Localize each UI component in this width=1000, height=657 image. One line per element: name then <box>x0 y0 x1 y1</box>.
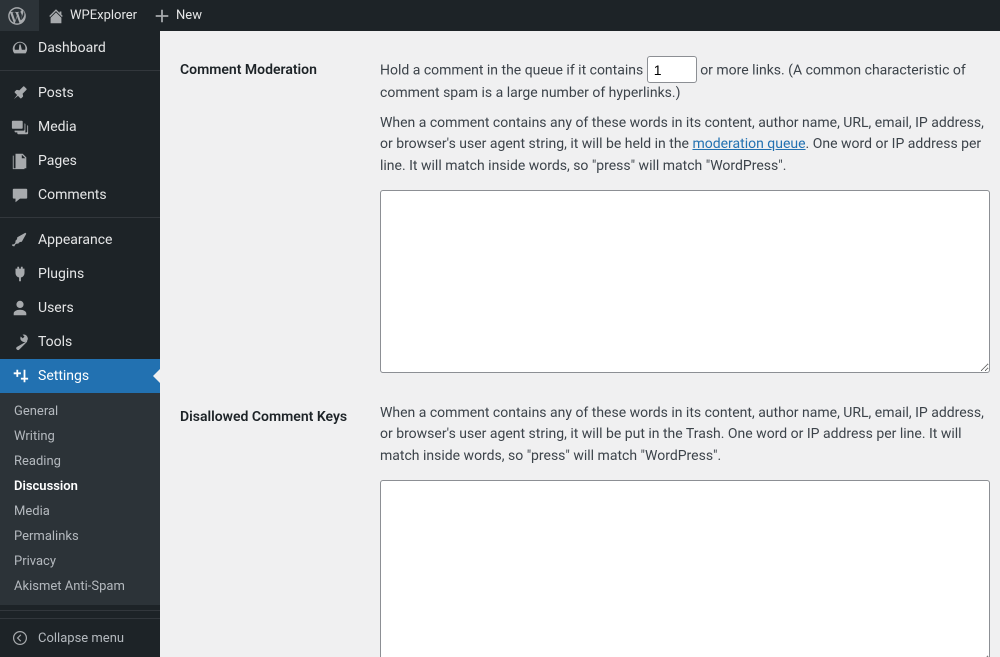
submenu-item-general[interactable]: General <box>0 399 160 424</box>
disallowed-keys-textarea[interactable] <box>380 480 990 657</box>
sidebar-item-label: Tools <box>38 334 72 350</box>
text-fragment: Hold a comment in the queue if it contai… <box>380 63 647 79</box>
user-icon <box>10 298 30 318</box>
admin-sidebar: Dashboard Posts Media Pages Comments App… <box>0 31 160 657</box>
sidebar-item-label: Dashboard <box>38 40 106 56</box>
plug-icon <box>10 264 30 284</box>
brush-icon <box>10 230 30 250</box>
sidebar-item-label: Media <box>38 119 77 135</box>
sidebar-item-dashboard[interactable]: Dashboard <box>0 31 160 65</box>
plus-icon <box>153 7 171 25</box>
sidebar-item-label: Comments <box>38 187 107 203</box>
sidebar-item-posts[interactable]: Posts <box>0 76 160 110</box>
moderation-queue-link[interactable]: moderation queue <box>692 136 805 152</box>
submenu-item-privacy[interactable]: Privacy <box>0 549 160 574</box>
sidebar-item-media[interactable]: Media <box>0 110 160 144</box>
home-icon <box>47 7 65 25</box>
submenu-item-writing[interactable]: Writing <box>0 424 160 449</box>
settings-submenu: General Writing Reading Discussion Media… <box>0 393 160 605</box>
pin-icon <box>10 83 30 103</box>
collapse-menu-button[interactable]: Collapse menu <box>0 618 160 657</box>
submenu-item-reading[interactable]: Reading <box>0 449 160 474</box>
pages-icon <box>10 151 30 171</box>
wordpress-logo-icon <box>8 7 26 25</box>
sidebar-item-label: Appearance <box>38 232 112 248</box>
sidebar-item-plugins[interactable]: Plugins <box>0 257 160 291</box>
comments-icon <box>10 185 30 205</box>
collapse-icon <box>10 628 30 648</box>
sidebar-item-appearance[interactable]: Appearance <box>0 223 160 257</box>
sidebar-item-label: Plugins <box>38 266 84 282</box>
moderation-keys-textarea[interactable] <box>380 190 990 373</box>
sidebar-item-tools[interactable]: Tools <box>0 325 160 359</box>
sidebar-item-label: Settings <box>38 368 89 384</box>
main-content: Comment Moderation Hold a comment in the… <box>160 31 1000 657</box>
submenu-item-discussion[interactable]: Discussion <box>0 474 160 499</box>
site-name-label: WPExplorer <box>70 8 137 23</box>
new-content-menu[interactable]: New <box>145 0 210 31</box>
submenu-item-permalinks[interactable]: Permalinks <box>0 524 160 549</box>
admin-toolbar: WPExplorer New <box>0 0 1000 31</box>
wrench-icon <box>10 332 30 352</box>
setting-row-comment-moderation: Comment Moderation Hold a comment in the… <box>180 56 980 373</box>
setting-heading: Disallowed Comment Keys <box>180 403 380 425</box>
sidebar-item-users[interactable]: Users <box>0 291 160 325</box>
max-links-input[interactable] <box>647 56 697 83</box>
wp-logo-menu[interactable] <box>0 0 39 31</box>
submenu-item-media[interactable]: Media <box>0 499 160 524</box>
dashboard-icon <box>10 38 30 58</box>
media-icon <box>10 117 30 137</box>
submenu-item-akismet[interactable]: Akismet Anti-Spam <box>0 574 160 599</box>
sidebar-item-label: Pages <box>38 153 77 169</box>
sidebar-item-comments[interactable]: Comments <box>0 178 160 212</box>
sidebar-item-settings[interactable]: Settings <box>0 359 160 393</box>
disallowed-keys-description: When a comment contains any of these wor… <box>380 403 990 468</box>
setting-heading: Comment Moderation <box>180 56 380 78</box>
moderation-keywords-description: When a comment contains any of these wor… <box>380 113 990 178</box>
new-content-label: New <box>176 8 202 23</box>
site-home-link[interactable]: WPExplorer <box>39 0 145 31</box>
sidebar-item-pages[interactable]: Pages <box>0 144 160 178</box>
sidebar-item-label: Posts <box>38 85 74 101</box>
sidebar-item-label: Users <box>38 300 74 316</box>
sliders-icon <box>10 366 30 386</box>
setting-row-disallowed-keys: Disallowed Comment Keys When a comment c… <box>180 403 980 657</box>
hold-links-description: Hold a comment in the queue if it contai… <box>380 56 990 105</box>
collapse-menu-label: Collapse menu <box>38 631 124 646</box>
